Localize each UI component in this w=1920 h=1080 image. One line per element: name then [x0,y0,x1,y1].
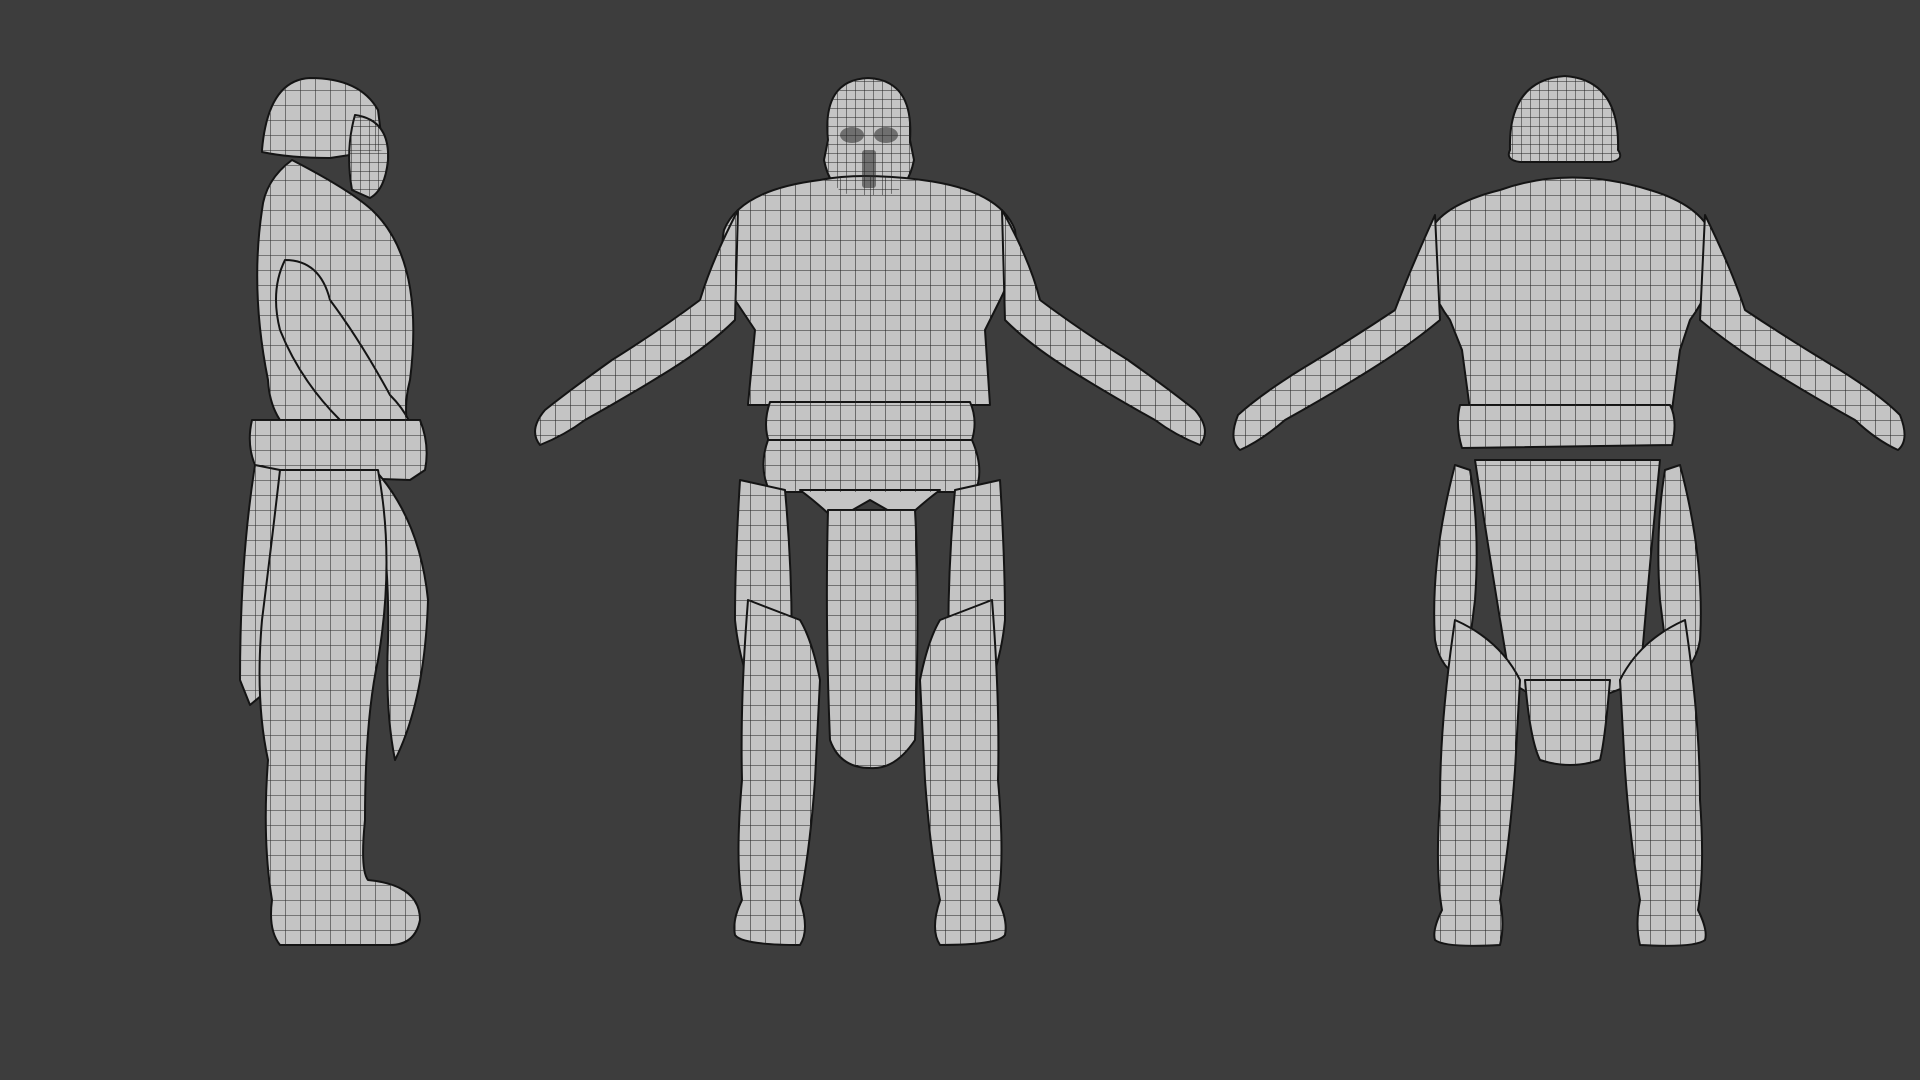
back-view-figure [1232,75,1906,947]
3d-viewport[interactable] [0,0,1920,1080]
turnaround-render [239,75,1906,947]
front-view-figure [534,77,1206,946]
side-view-figure [239,77,429,946]
